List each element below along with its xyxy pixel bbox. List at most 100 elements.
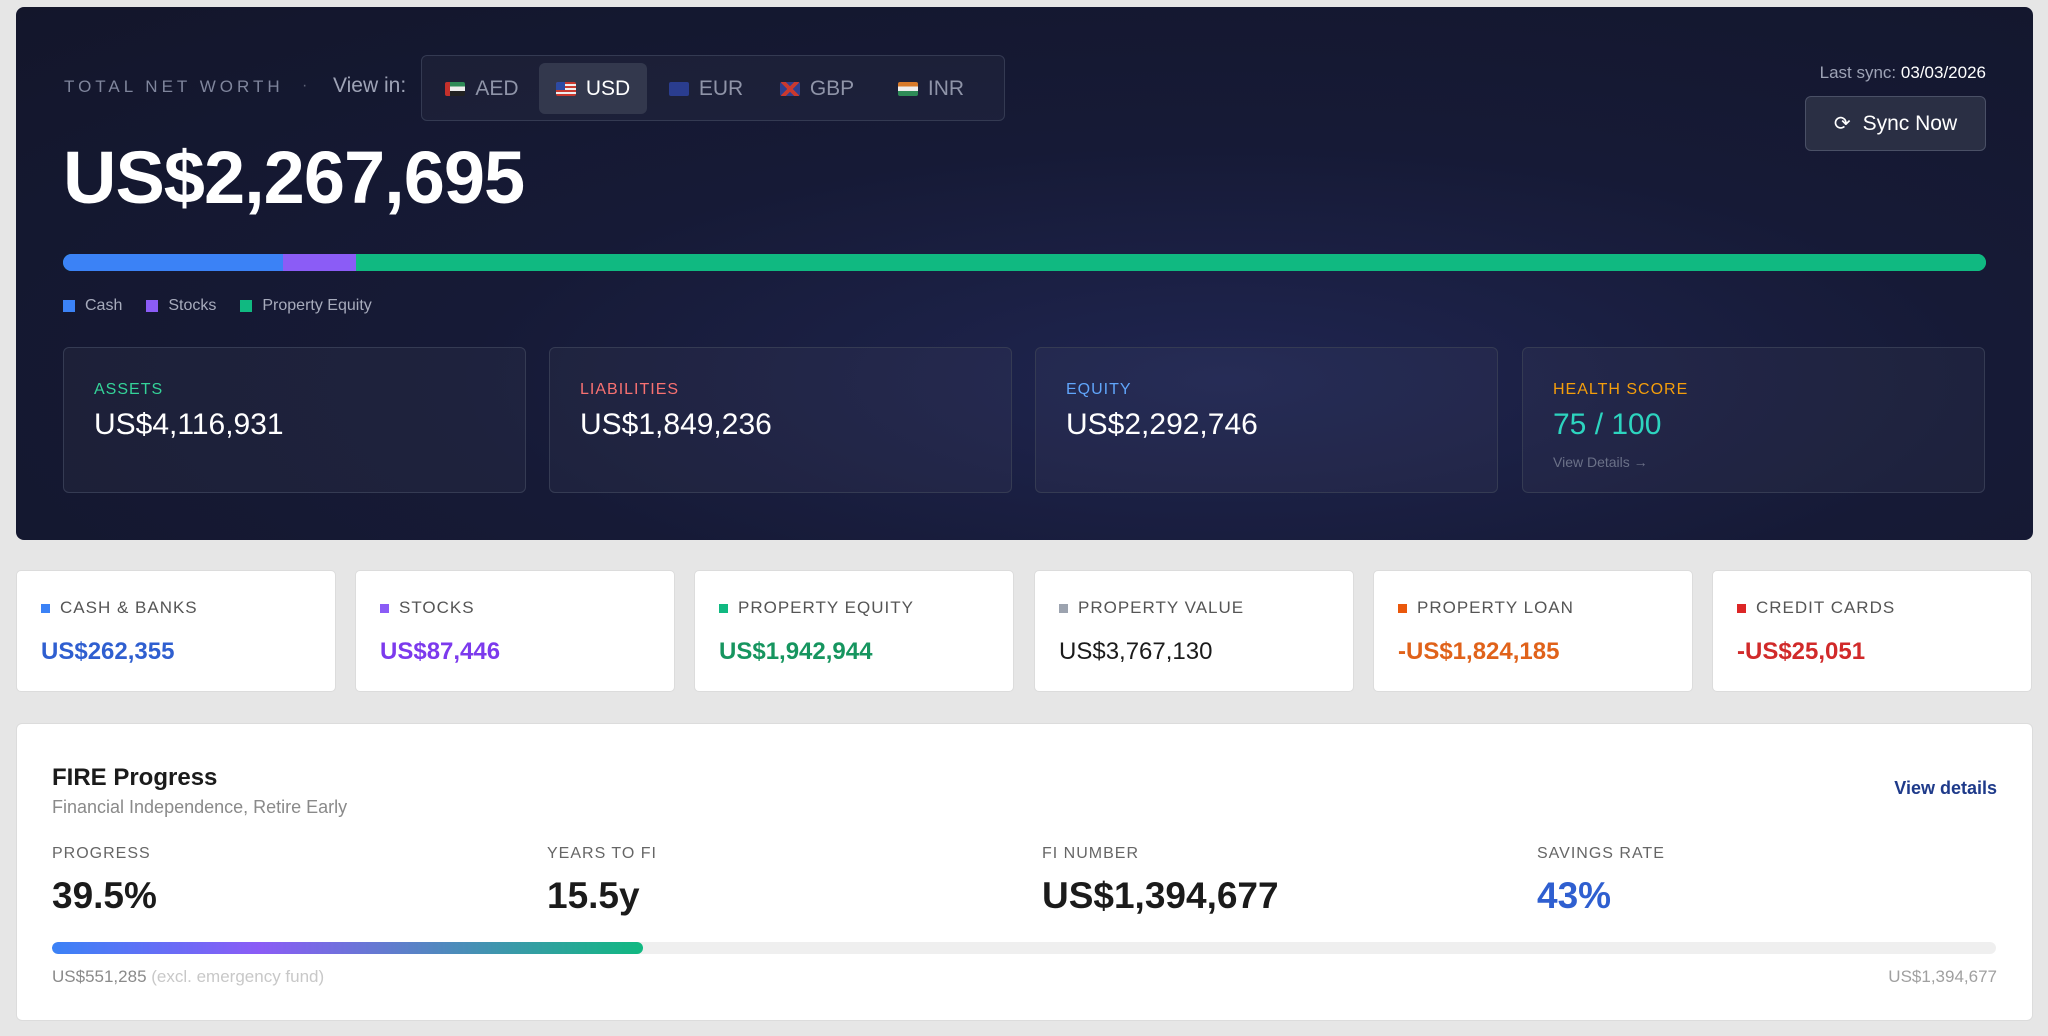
equity-label: EQUITY xyxy=(1066,381,1132,398)
currency-switcher: AED USD EUR GBP INR xyxy=(421,55,1005,121)
liabilities-card: LIABILITIES US$1,849,236 xyxy=(549,347,1012,493)
credit-cards-card: CREDIT CARDS -US$25,051 xyxy=(1712,570,2032,692)
currency-aed-button[interactable]: AED xyxy=(430,63,534,114)
last-sync-date: 03/03/2026 xyxy=(1900,63,1986,82)
fi-number-value: US$1,394,677 xyxy=(1042,875,1279,916)
legend-item-cash: Cash xyxy=(63,297,122,315)
fire-progress-track xyxy=(52,942,1996,954)
us-flag-icon xyxy=(555,81,576,96)
total-net-worth-label: TOTAL NET WORTH xyxy=(64,77,284,96)
allocation-segment-stocks xyxy=(283,254,357,271)
equity-card: EQUITY US$2,292,746 xyxy=(1035,347,1498,493)
health-score-card[interactable]: HEALTH SCORE 75 / 100 View Details → xyxy=(1522,347,1985,493)
credit-cards-swatch xyxy=(1737,603,1746,613)
credit-cards-value: -US$25,051 xyxy=(1737,638,1866,665)
fi-number-label: FI NUMBER xyxy=(1042,845,1139,862)
currency-eur-button[interactable]: EUR xyxy=(654,63,758,114)
savings-rate-value: 43% xyxy=(1537,875,1612,916)
years-to-fi-metric: YEARS TO FI 15.5y xyxy=(547,845,657,917)
legend-swatch-cash xyxy=(63,300,75,312)
label-separator: · xyxy=(302,77,308,94)
stocks-swatch xyxy=(380,603,389,613)
allocation-segment-cash xyxy=(63,254,284,271)
net-worth-hero: TOTAL NET WORTH · View in: AED USD EUR G… xyxy=(16,7,2033,540)
eu-flag-icon xyxy=(668,81,689,96)
fire-title: FIRE Progress xyxy=(52,764,218,791)
last-sync-label: Last sync: xyxy=(1819,63,1897,82)
property-equity-label-row: PROPERTY EQUITY xyxy=(719,598,914,618)
health-score-value: 75 / 100 xyxy=(1553,408,1662,441)
india-flag-icon xyxy=(897,81,918,96)
sync-now-label: Sync Now xyxy=(1862,111,1958,135)
stocks-value: US$87,446 xyxy=(380,638,501,665)
uae-flag-icon xyxy=(445,81,466,96)
property-equity-swatch xyxy=(719,603,728,613)
assets-value: US$4,116,931 xyxy=(94,408,284,441)
health-score-label: HEALTH SCORE xyxy=(1553,381,1689,398)
fire-current-amount: US$551,285 (excl. emergency fund) xyxy=(52,967,324,987)
property-equity-card: PROPERTY EQUITY US$1,942,944 xyxy=(694,570,1014,692)
legend-swatch-property-equity xyxy=(240,300,253,312)
fire-progress-panel: FIRE Progress Financial Independence, Re… xyxy=(16,723,2033,1021)
uk-flag-icon xyxy=(779,81,800,96)
currency-usd-button[interactable]: USD xyxy=(539,63,647,114)
fire-progress-label: PROGRESS xyxy=(52,845,151,862)
currency-eur-label: EUR xyxy=(698,76,744,100)
cash-banks-label-row: CASH & BANKS xyxy=(41,598,198,618)
stocks-label-row: STOCKS xyxy=(380,598,475,618)
property-value-label-row: PROPERTY VALUE xyxy=(1059,598,1244,618)
refresh-icon: ⟳ xyxy=(1833,112,1851,135)
credit-cards-label: CREDIT CARDS xyxy=(1756,598,1896,617)
property-loan-value: -US$1,824,185 xyxy=(1398,638,1560,665)
assets-card: ASSETS US$4,116,931 xyxy=(63,347,526,493)
legend-label-stocks: Stocks xyxy=(168,297,217,314)
credit-cards-label-row: CREDIT CARDS xyxy=(1737,598,1895,618)
allocation-segment-property-equity xyxy=(356,254,1986,271)
fire-subtitle: Financial Independence, Retire Early xyxy=(52,797,348,817)
legend-item-property-equity: Property Equity xyxy=(240,297,372,315)
property-loan-label: PROPERTY LOAN xyxy=(1417,598,1574,617)
savings-rate-label: SAVINGS RATE xyxy=(1537,845,1665,862)
property-value-swatch xyxy=(1059,603,1068,613)
currency-usd-label: USD xyxy=(585,76,631,100)
savings-rate-metric: SAVINGS RATE 43% xyxy=(1537,845,1665,917)
cash-banks-swatch xyxy=(41,603,50,613)
property-value-label: PROPERTY VALUE xyxy=(1078,598,1245,617)
property-loan-card: PROPERTY LOAN -US$1,824,185 xyxy=(1373,570,1693,692)
total-net-worth-value: US$2,267,695 xyxy=(63,136,525,219)
legend-item-stocks: Stocks xyxy=(146,297,216,315)
legend-label-cash: Cash xyxy=(85,297,123,314)
stocks-label: STOCKS xyxy=(399,598,475,617)
years-to-fi-value: 15.5y xyxy=(547,875,640,916)
liabilities-label: LIABILITIES xyxy=(580,381,680,398)
allocation-bar xyxy=(63,254,1986,271)
property-loan-swatch xyxy=(1398,603,1407,613)
property-equity-label: PROPERTY EQUITY xyxy=(738,598,914,617)
fire-progress-value: 39.5% xyxy=(52,875,157,916)
fire-current-value: US$551,285 xyxy=(52,967,147,986)
last-sync: Last sync: 03/03/2026 xyxy=(1820,63,1986,83)
fire-view-details-link[interactable]: View details xyxy=(1894,778,1997,799)
property-loan-label-row: PROPERTY LOAN xyxy=(1398,598,1574,618)
currency-inr-button[interactable]: INR xyxy=(879,63,983,114)
stocks-card: STOCKS US$87,446 xyxy=(355,570,675,692)
sync-now-button[interactable]: ⟳ Sync Now xyxy=(1805,96,1986,151)
view-in-label: View in: xyxy=(333,74,407,97)
cash-banks-card: CASH & BANKS US$262,355 xyxy=(16,570,336,692)
currency-aed-label: AED xyxy=(475,76,519,100)
property-value-card: PROPERTY VALUE US$3,767,130 xyxy=(1034,570,1354,692)
currency-inr-label: INR xyxy=(927,76,965,100)
fi-number-metric: FI NUMBER US$1,394,677 xyxy=(1042,845,1279,917)
legend-label-property-equity: Property Equity xyxy=(262,297,372,314)
fire-progress-fill xyxy=(52,942,644,954)
cash-banks-label: CASH & BANKS xyxy=(60,598,198,617)
years-to-fi-label: YEARS TO FI xyxy=(547,845,657,862)
property-equity-value: US$1,942,944 xyxy=(719,638,873,665)
fire-progress-metric: PROGRESS 39.5% xyxy=(52,845,157,917)
legend-swatch-stocks xyxy=(146,300,159,312)
currency-gbp-label: GBP xyxy=(809,76,855,100)
fire-current-note: (excl. emergency fund) xyxy=(151,967,325,986)
cash-banks-value: US$262,355 xyxy=(41,638,175,665)
view-health-details-link[interactable]: View Details → xyxy=(1553,454,1648,470)
currency-gbp-button[interactable]: GBP xyxy=(765,63,869,114)
